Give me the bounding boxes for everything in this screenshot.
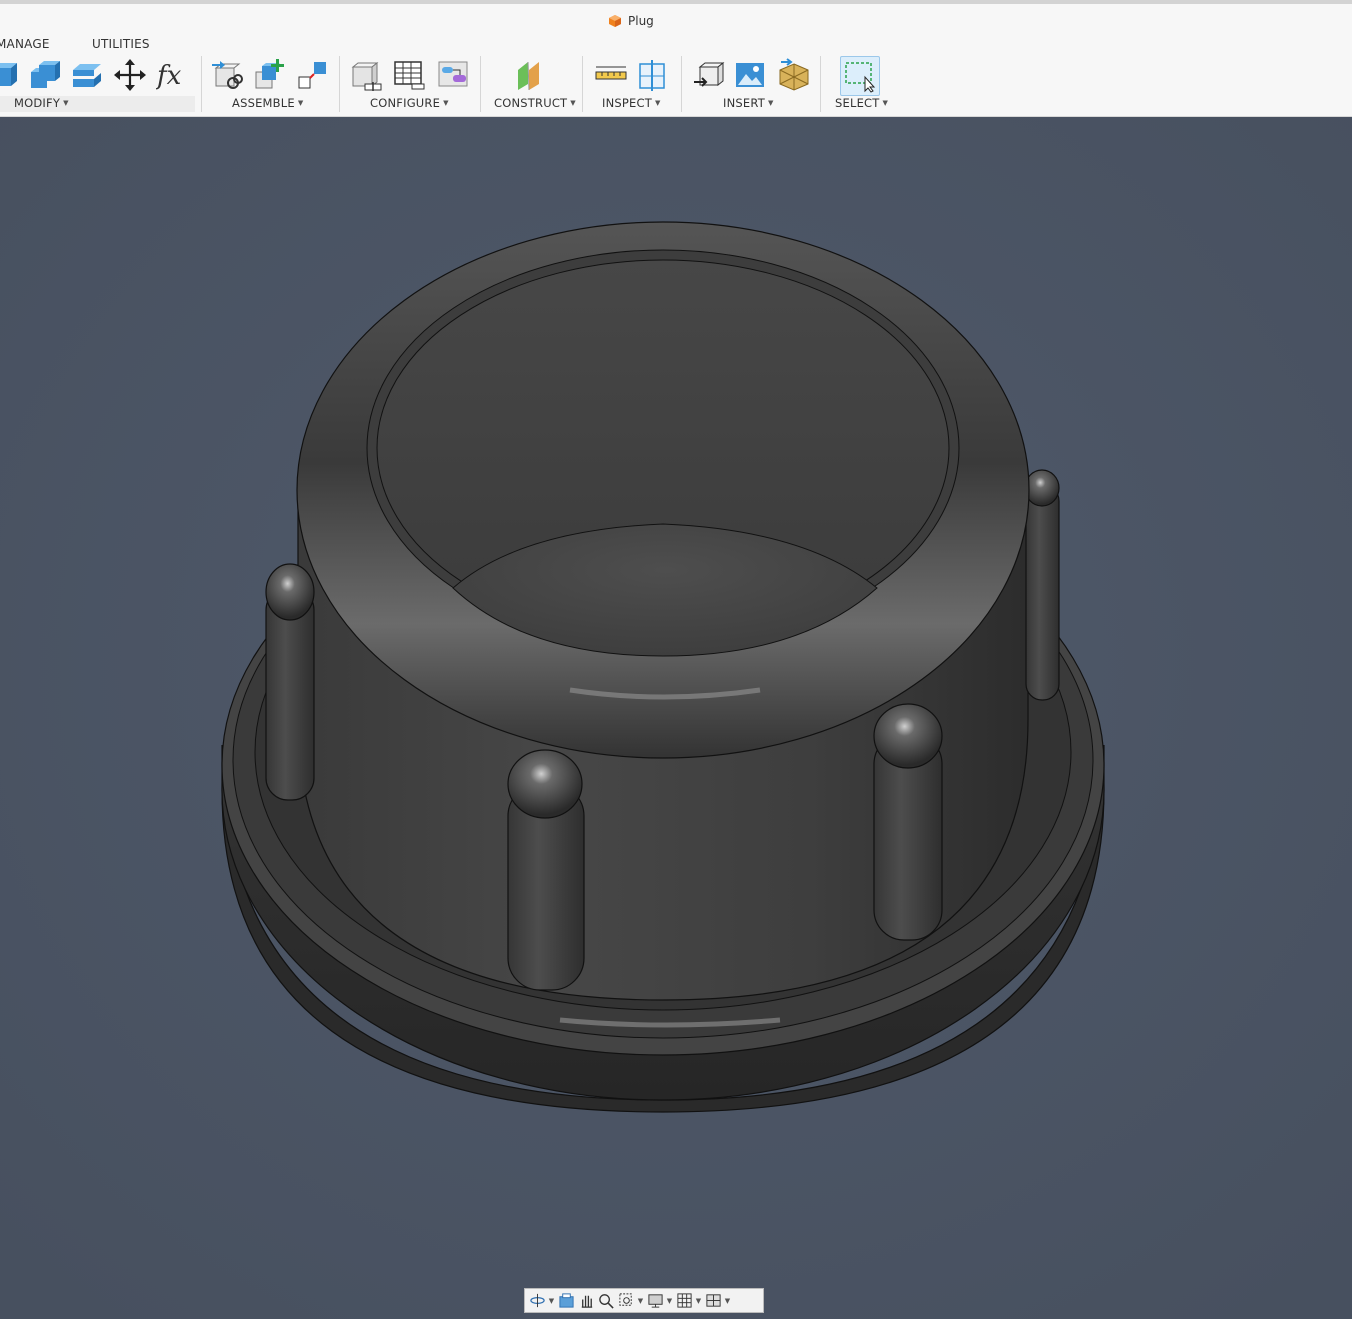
fit-icon xyxy=(618,1293,632,1306)
construct-menu[interactable]: CONSTRUCT ▼ xyxy=(494,96,576,110)
thicken-icon xyxy=(73,64,101,87)
pan-button[interactable] xyxy=(577,1292,595,1310)
thicken-tool[interactable] xyxy=(69,57,105,93)
inspect-menu[interactable]: INSPECT ▼ xyxy=(602,96,661,110)
canvas-viewport[interactable] xyxy=(0,117,1352,1319)
configure-tool[interactable] xyxy=(348,57,384,93)
grid-caret-icon[interactable]: ▼ xyxy=(695,1297,702,1305)
document-title-text: Plug xyxy=(628,14,654,28)
display-settings-button[interactable] xyxy=(646,1292,664,1310)
configure-caret-icon: ▼ xyxy=(443,99,449,107)
inspect-label: INSPECT xyxy=(602,96,652,110)
new-component-tool[interactable] xyxy=(251,57,287,93)
zoom-icon xyxy=(598,1294,614,1309)
tab-manage[interactable]: MANAGE xyxy=(0,37,50,51)
insert-canvas-tool[interactable] xyxy=(732,57,768,93)
measure-tool[interactable] xyxy=(593,57,629,93)
section-analysis-icon xyxy=(639,60,665,91)
orbit-button[interactable] xyxy=(528,1292,546,1310)
assemble-caret-icon: ▼ xyxy=(297,99,304,107)
tab-utilities[interactable]: UTILITIES xyxy=(92,37,150,51)
table-icon xyxy=(394,61,425,90)
viewports-icon xyxy=(705,1294,721,1307)
config-rule-icon xyxy=(438,61,468,87)
window-select-tool[interactable] xyxy=(840,56,880,96)
select-caret-icon: ▼ xyxy=(882,99,889,107)
configure-menu[interactable]: CONFIGURE ▼ xyxy=(370,96,449,110)
rigid-group-tool[interactable] xyxy=(294,57,330,93)
combine-tool[interactable] xyxy=(26,57,62,93)
display-settings-icon xyxy=(647,1294,663,1308)
combine-icon xyxy=(31,61,60,88)
assemble-label: ASSEMBLE xyxy=(232,96,295,110)
modify-label: MODIFY xyxy=(14,96,61,110)
offset-plane-icon xyxy=(518,61,539,91)
modify-menu[interactable]: MODIFY ▼ xyxy=(14,96,69,110)
separator xyxy=(820,56,821,112)
document-cube-icon xyxy=(609,15,621,27)
parameters-icon: fx xyxy=(156,61,182,91)
move-icon xyxy=(114,59,146,91)
insert-derive-tool[interactable] xyxy=(690,57,726,93)
viewports-caret-icon[interactable]: ▼ xyxy=(724,1297,731,1305)
move-tool[interactable] xyxy=(112,57,148,93)
extrude-icon xyxy=(0,63,17,86)
select-label: SELECT xyxy=(835,96,880,110)
orbit-caret-icon[interactable]: ▼ xyxy=(548,1297,555,1305)
look-at-button[interactable] xyxy=(557,1292,575,1310)
look-at-icon xyxy=(558,1293,574,1308)
display-caret-icon[interactable]: ▼ xyxy=(666,1297,673,1305)
insert-mesh-tool[interactable] xyxy=(776,57,812,93)
construct-caret-icon: ▼ xyxy=(570,99,576,107)
separator xyxy=(201,56,202,112)
separator xyxy=(582,56,583,112)
offset-plane-tool[interactable] xyxy=(514,57,550,93)
orbit-icon xyxy=(529,1293,545,1308)
insert-mesh-icon xyxy=(779,58,809,91)
fit-caret-icon[interactable]: ▼ xyxy=(637,1297,644,1305)
insert-derive-icon xyxy=(694,61,725,87)
measure-icon xyxy=(595,66,627,80)
joint-icon xyxy=(212,61,243,89)
insert-caret-icon: ▼ xyxy=(767,99,774,107)
inspect-caret-icon: ▼ xyxy=(654,99,661,107)
zoom-button[interactable] xyxy=(597,1292,615,1310)
configure-label: CONFIGURE xyxy=(370,96,441,110)
modify-caret-icon: ▼ xyxy=(63,99,69,107)
rigid-group-icon xyxy=(298,62,326,89)
select-menu[interactable]: SELECT ▼ xyxy=(835,96,888,110)
grid-button[interactable] xyxy=(675,1292,693,1310)
section-analysis-tool[interactable] xyxy=(635,57,671,93)
separator xyxy=(339,56,340,112)
configure-icon xyxy=(351,61,382,91)
config-rule-tool[interactable] xyxy=(435,57,471,93)
extrude-tool[interactable] xyxy=(0,57,22,93)
svg-text:fx: fx xyxy=(156,61,182,91)
navigation-bar: ▼ ▼ ▼ ▼ ▼ xyxy=(524,1288,764,1313)
document-title: Plug xyxy=(608,13,654,29)
viewports-button[interactable] xyxy=(704,1292,722,1310)
separator xyxy=(681,56,682,112)
construct-label: CONSTRUCT xyxy=(494,96,568,110)
ribbon-toolbar: Plug MANAGE UTILITIES fx MODIFY ▼ ASSEMB… xyxy=(0,4,1352,117)
assemble-menu[interactable]: ASSEMBLE ▼ xyxy=(232,96,303,110)
insert-menu[interactable]: INSERT ▼ xyxy=(723,96,774,110)
parameters-tool[interactable]: fx xyxy=(155,57,191,93)
joint-tool[interactable] xyxy=(209,57,245,93)
pan-icon xyxy=(581,1295,592,1308)
window-select-icon xyxy=(845,62,876,93)
grid-icon xyxy=(676,1293,692,1308)
new-component-icon xyxy=(255,59,284,89)
plug-model[interactable] xyxy=(221,221,1105,1113)
config-table-tool[interactable] xyxy=(391,57,427,93)
fit-button[interactable] xyxy=(617,1292,635,1310)
insert-canvas-icon xyxy=(736,63,764,87)
insert-label: INSERT xyxy=(723,96,765,110)
separator xyxy=(480,56,481,112)
